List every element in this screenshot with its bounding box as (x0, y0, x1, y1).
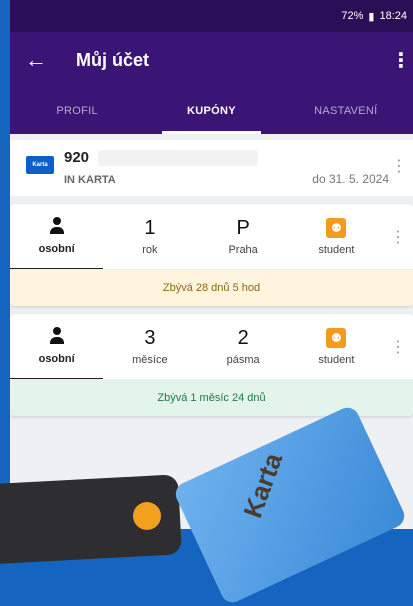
coupon-discount-cell: ⚉ student (290, 314, 383, 380)
status-bar: 72% ▮ 18:24 (10, 0, 413, 32)
back-arrow-icon[interactable]: ← (10, 47, 62, 73)
card-logo: Karta (26, 156, 54, 174)
coupon-zone-label: Praha (228, 244, 258, 256)
coupon-menu-icon[interactable]: ⋮ (383, 314, 413, 380)
coupon-attributes: osobní 1 rok P Praha ⚉ student ⋮ (10, 204, 413, 270)
person-icon (48, 327, 66, 347)
coupon-period-cell: 3 měsíce (103, 314, 196, 380)
coupon-period-label: měsíce (132, 354, 168, 366)
clock: 18:24 (379, 10, 407, 22)
coupon-type-label: osobní (38, 353, 75, 365)
coupon-remaining: Zbývá 28 dnů 5 hod (10, 269, 413, 306)
student-icon: ⚉ (326, 328, 347, 348)
card-menu-icon[interactable]: ⋮ (391, 156, 407, 176)
tab-nastaveni[interactable]: NASTAVENÍ (279, 88, 413, 134)
coupon-card-2[interactable]: osobní 3 měsíce 2 pásma ⚉ student ⋮ Zbýv… (10, 314, 413, 416)
coupon-menu-icon[interactable]: ⋮ (383, 204, 413, 270)
coupon-discount-cell: ⚉ student (290, 204, 383, 270)
signal-text: 72% (341, 10, 364, 22)
overflow-menu-icon[interactable]: ⋮ (389, 48, 413, 73)
tab-kupony[interactable]: KUPÓNY (144, 88, 278, 134)
coupon-type-cell: osobní (10, 204, 104, 270)
coupon-discount-label: student (318, 354, 355, 366)
coupon-discount-label: student (318, 244, 355, 256)
coupon-type-cell: osobní (10, 314, 104, 380)
coupon-period-label: rok (142, 244, 158, 256)
tab-profil[interactable]: PROFIL (10, 88, 144, 134)
coupon-card-1[interactable]: osobní 1 rok P Praha ⚉ student ⋮ Zbývá 2… (10, 204, 413, 306)
page-title: Můj účet (76, 49, 150, 70)
coupon-period-value: 3 (144, 327, 156, 349)
student-icon: ⚉ (326, 218, 347, 238)
coupon-period-value: 1 (144, 217, 156, 239)
battery-icon: ▮ (368, 10, 375, 23)
coupon-period-cell: 1 rok (103, 204, 196, 270)
coupon-zone-cell: P Praha (197, 204, 290, 270)
coupon-zone-label: pásma (226, 354, 260, 366)
coupon-type-label: osobní (38, 243, 75, 255)
coupon-attributes: osobní 3 měsíce 2 pásma ⚉ student ⋮ (10, 314, 413, 380)
app-bar: ← Můj účet ⋮ (10, 32, 413, 88)
card-number: 920 (64, 149, 90, 166)
coupon-zone-value: P (236, 217, 250, 239)
tab-bar: PROFIL KUPÓNY NASTAVENÍ (10, 88, 413, 134)
card-header[interactable]: Karta 920 IN KARTA do 31. 5. 2024 ⋮ (10, 140, 413, 196)
person-icon (48, 217, 66, 237)
redacted-number-mask (98, 150, 258, 166)
orange-dot-logo (133, 502, 161, 530)
card-validity: do 31. 5. 2024 (312, 172, 389, 186)
card-name: IN KARTA (64, 174, 116, 186)
coupon-zone-cell: 2 pásma (197, 314, 290, 380)
coupon-zone-value: 2 (237, 327, 249, 349)
